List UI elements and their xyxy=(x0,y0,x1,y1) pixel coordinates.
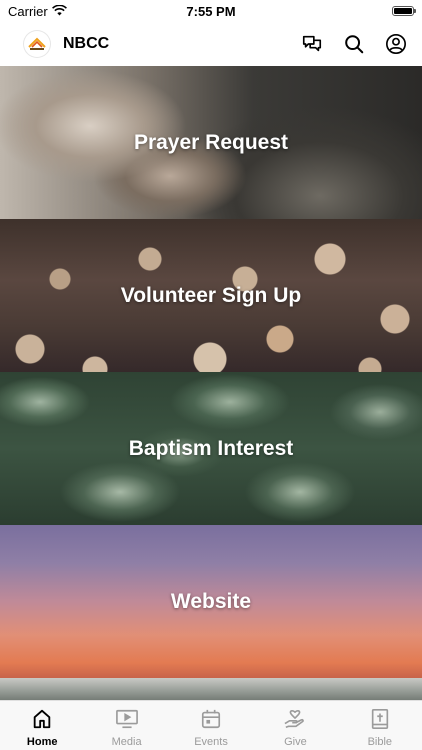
status-left: Carrier xyxy=(8,4,67,19)
tab-label: Give xyxy=(284,736,307,748)
church-logo xyxy=(24,31,50,57)
app-title: NBCC xyxy=(63,35,110,52)
battery-icon xyxy=(392,6,416,16)
media-icon xyxy=(115,708,139,733)
bible-icon xyxy=(369,708,391,733)
tile-list: Prayer Request Volunteer Sign Up Baptism… xyxy=(0,66,422,702)
calendar-icon xyxy=(200,708,222,733)
wifi-icon xyxy=(51,4,67,19)
tab-label: Home xyxy=(26,736,58,748)
search-icon[interactable] xyxy=(342,32,366,56)
tab-media[interactable]: Media xyxy=(84,701,168,750)
tile-prayer-request[interactable]: Prayer Request xyxy=(0,66,422,219)
tile-label: Prayer Request xyxy=(133,130,289,154)
tab-label: Media xyxy=(111,736,142,748)
tile-partial[interactable] xyxy=(0,678,422,702)
tab-bar: Home Media Events Give Bible xyxy=(0,700,422,750)
profile-icon[interactable] xyxy=(384,32,408,56)
tab-events[interactable]: Events xyxy=(169,701,253,750)
tab-label: Bible xyxy=(367,736,393,748)
tile-label: Baptism Interest xyxy=(128,436,294,460)
status-time: 7:55 PM xyxy=(186,3,236,19)
tile-label: Volunteer Sign Up xyxy=(120,283,302,307)
status-bar: Carrier 7:55 PM xyxy=(0,0,422,22)
tile-volunteer-sign-up[interactable]: Volunteer Sign Up xyxy=(0,219,422,372)
tab-bible[interactable]: Bible xyxy=(338,701,422,750)
tile-baptism-interest[interactable]: Baptism Interest xyxy=(0,372,422,525)
tab-give[interactable]: Give xyxy=(253,701,337,750)
tile-website[interactable]: Website xyxy=(0,525,422,678)
tile-label: Website xyxy=(170,589,252,613)
tab-label: Events xyxy=(194,736,228,748)
chat-icon[interactable] xyxy=(300,32,324,56)
carrier-label: Carrier xyxy=(8,3,48,19)
home-icon xyxy=(31,708,53,733)
tab-home[interactable]: Home xyxy=(0,701,84,750)
mountain-image xyxy=(0,678,422,702)
app-header: NBCC xyxy=(0,22,422,66)
give-icon xyxy=(283,708,307,733)
